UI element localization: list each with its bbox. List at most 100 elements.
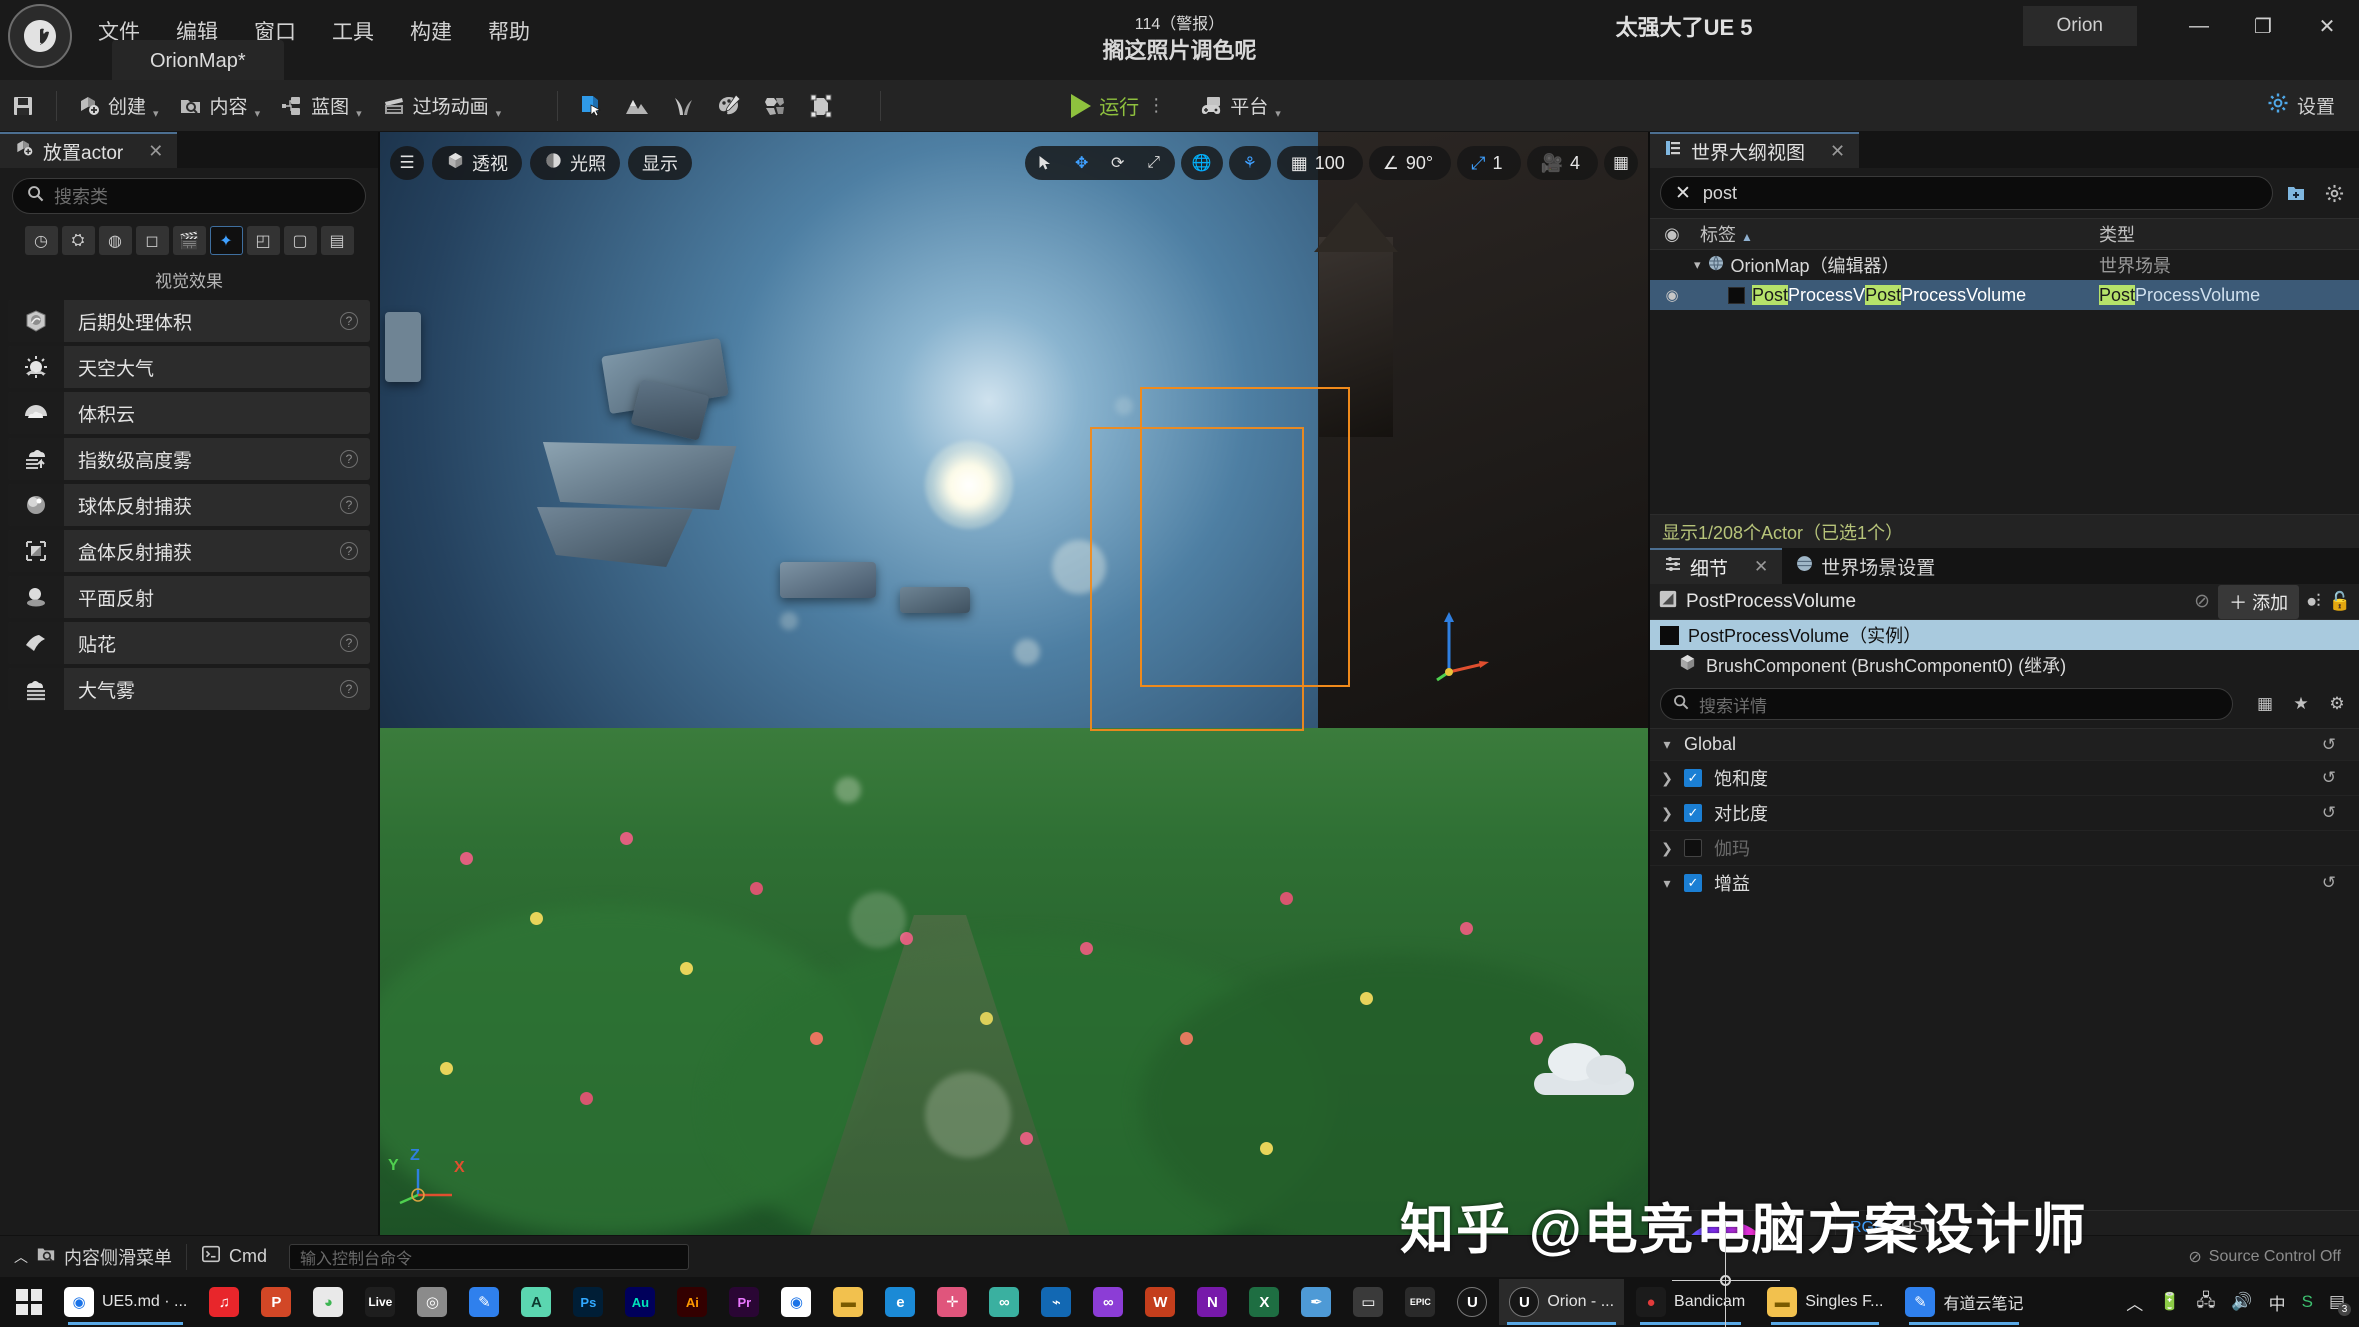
tray-ime-icon[interactable]: 中 — [2269, 1290, 2286, 1315]
reset-icon[interactable]: ↺ — [2299, 768, 2359, 788]
tab-place-actors[interactable]: 放置actor ✕ — [0, 132, 178, 168]
taskbar-item-camera[interactable]: ◎ — [407, 1279, 457, 1325]
settings-button[interactable]: 设置 — [2267, 92, 2359, 120]
taskbar-item-singles[interactable]: ▬ Singles F... — [1757, 1279, 1893, 1325]
snap-surface-icon[interactable]: ⚘ — [1233, 148, 1267, 178]
category-all-classes-icon[interactable]: ▤ — [320, 226, 354, 255]
chevron-right-icon[interactable]: ❯ — [1650, 770, 1684, 787]
list-item[interactable]: 盒体反射捕获 ? — [8, 530, 370, 572]
modeling-icon[interactable] — [798, 86, 844, 126]
new-folder-icon[interactable] — [2281, 178, 2311, 208]
category-visual-effects-icon[interactable]: ✦ — [209, 226, 243, 255]
source-control-status[interactable]: ⊘ Source Control Off — [2188, 1247, 2359, 1267]
hamburger-icon[interactable]: ☰ — [390, 146, 424, 180]
tab-world-outliner[interactable]: 世界大纲视图 ✕ — [1650, 132, 1860, 168]
content-button[interactable]: 内容 ▾ — [169, 86, 271, 126]
reset-icon[interactable]: ↺ — [2299, 873, 2359, 893]
chevron-right-icon[interactable]: ❯ — [1650, 805, 1684, 822]
close-button[interactable]: ✕ — [2295, 0, 2359, 52]
taskbar-item-youdao-note[interactable]: ✎ 有道云笔记 — [1895, 1279, 2033, 1325]
component-row[interactable]: BrushComponent (BrushComponent0) (继承) — [1650, 650, 2359, 680]
close-icon[interactable]: ✕ — [1754, 557, 1768, 577]
tray-sogou-icon[interactable]: S — [2302, 1292, 2313, 1312]
property-row[interactable]: ❯ 伽玛 — [1650, 830, 2359, 865]
reset-icon[interactable]: ↺ — [2299, 803, 2359, 823]
blueprint-link-icon[interactable]: ⦁⫶ — [2307, 591, 2321, 612]
lighting-dropdown[interactable]: 光照 — [530, 146, 620, 180]
transform-gizmo[interactable] — [1435, 602, 1491, 687]
taskbar-item-bandicam[interactable]: ● Bandicam — [1626, 1279, 1755, 1325]
category-geometry-icon[interactable]: ◰ — [246, 226, 280, 255]
property-row[interactable]: ▾ ✓ 增益 ↺ — [1650, 865, 2359, 900]
clear-search-icon[interactable]: ✕ — [1675, 182, 1691, 205]
category-cinematic-icon[interactable]: 🎬 — [172, 226, 206, 255]
platform-button[interactable]: 平台 ▾ — [1189, 86, 1291, 126]
start-button[interactable] — [6, 1279, 52, 1325]
property-checkbox[interactable]: ✓ — [1684, 874, 1702, 892]
list-item[interactable]: 体积云 — [8, 392, 370, 434]
tray-notifications-icon[interactable]: ▤ 3 — [2329, 1292, 2351, 1316]
scale-tool-icon[interactable]: ⤢ — [1137, 148, 1171, 178]
console-command-input[interactable]: 输入控制台命令 — [289, 1243, 690, 1270]
taskbar-item-affinity[interactable]: A — [511, 1279, 561, 1325]
property-row[interactable]: ❯ ✓ 对比度 ↺ — [1650, 795, 2359, 830]
cinematics-button[interactable]: 过场动画 ▾ — [372, 86, 512, 126]
viewport-layout-icon[interactable]: ▦ — [1604, 146, 1638, 180]
taskbar-item-chrome-alt[interactable]: ◉ — [771, 1279, 821, 1325]
tray-usb-icon[interactable]: 🔋 — [2159, 1292, 2180, 1312]
help-icon[interactable]: ? — [340, 542, 358, 560]
taskbar-item-live[interactable]: Live — [355, 1279, 405, 1325]
reset-icon[interactable]: ↺ — [2299, 735, 2359, 755]
list-item[interactable]: 天空大气 — [8, 346, 370, 388]
add-component-button[interactable]: ＋ 添加 — [2218, 584, 2300, 619]
search-input[interactable]: 搜索类 — [12, 178, 366, 214]
help-icon[interactable]: ? — [340, 496, 358, 514]
scale-snap-control[interactable]: ⤢ 1 — [1457, 146, 1521, 180]
camera-speed-control[interactable]: 🎥 4 — [1526, 146, 1598, 180]
play-options-icon[interactable]: ⋮ — [1147, 96, 1165, 113]
category-recent-icon[interactable]: ◷ — [24, 226, 58, 255]
taskbar-item-youdao[interactable]: ✎ — [459, 1279, 509, 1325]
list-item[interactable]: 贴花 ? — [8, 622, 370, 664]
property-group-global[interactable]: ▾ Global ↺ — [1650, 728, 2359, 760]
taskbar-item-unreal[interactable]: U — [1447, 1279, 1497, 1325]
taskbar-item-feather[interactable]: ✒ — [1291, 1279, 1341, 1325]
property-checkbox[interactable]: ✓ — [1684, 769, 1702, 787]
taskbar-item-wechat[interactable]: ◕ — [303, 1279, 353, 1325]
fracture-icon[interactable] — [752, 86, 798, 126]
list-item[interactable]: 平面反射 — [8, 576, 370, 618]
taskbar-item-netease[interactable]: ♫ — [199, 1279, 249, 1325]
close-icon[interactable]: ✕ — [1830, 141, 1845, 162]
tray-expand-icon[interactable]: ︿ — [2126, 1290, 2143, 1315]
list-item[interactable]: 大气雾 ? — [8, 668, 370, 710]
gear-icon[interactable]: ⚙ — [2323, 690, 2351, 718]
property-checkbox[interactable]: ✓ — [1684, 804, 1702, 822]
landscape-mode-icon[interactable] — [614, 86, 660, 126]
project-name-chip[interactable]: Orion — [2022, 6, 2137, 46]
select-mode-icon[interactable] — [568, 86, 614, 126]
taskbar-item-vs[interactable]: ∞ — [1083, 1279, 1133, 1325]
save-icon[interactable] — [0, 86, 46, 126]
component-row[interactable]: PostProcessVolume（实例） — [1650, 620, 2359, 650]
taskbar-item-illustrator[interactable]: Ai — [667, 1279, 717, 1325]
property-row[interactable]: ❯ ✓ 饱和度 ↺ — [1650, 760, 2359, 795]
close-icon[interactable]: ✕ — [148, 141, 163, 162]
unlock-icon[interactable]: 🔓 — [2329, 591, 2351, 612]
table-row[interactable]: ▾ OrionMap（编辑器） 世界场景 — [1650, 250, 2359, 280]
taskbar-item-link[interactable]: ∞ — [979, 1279, 1029, 1325]
column-type[interactable]: 类型 — [2099, 221, 2359, 247]
world-space-icon[interactable]: 🌐 — [1185, 148, 1219, 178]
grid-snap-control[interactable]: ▦ 100 — [1276, 146, 1363, 180]
column-label[interactable]: 标签 ▲ — [1694, 221, 2099, 247]
blueprint-button[interactable]: 蓝图 ▾ — [270, 86, 372, 126]
taskbar-item-chrome[interactable]: ◉ UE5.md · ... — [54, 1279, 197, 1325]
taskbar-item-orion[interactable]: U Orion - ... — [1499, 1279, 1625, 1325]
taskbar-item-plus[interactable]: ✛ — [927, 1279, 977, 1325]
property-checkbox[interactable] — [1684, 839, 1702, 857]
taskbar-item-premiere[interactable]: Pr — [719, 1279, 769, 1325]
expand-chevron-icon[interactable]: ▾ — [1694, 257, 1701, 273]
angle-snap-control[interactable]: ∠ 90° — [1368, 146, 1452, 180]
category-volumes-icon[interactable]: ▢ — [283, 226, 317, 255]
play-button[interactable]: 运行 ⋮ — [1061, 86, 1175, 126]
tab-world-settings[interactable]: 世界场景设置 — [1782, 548, 1949, 584]
